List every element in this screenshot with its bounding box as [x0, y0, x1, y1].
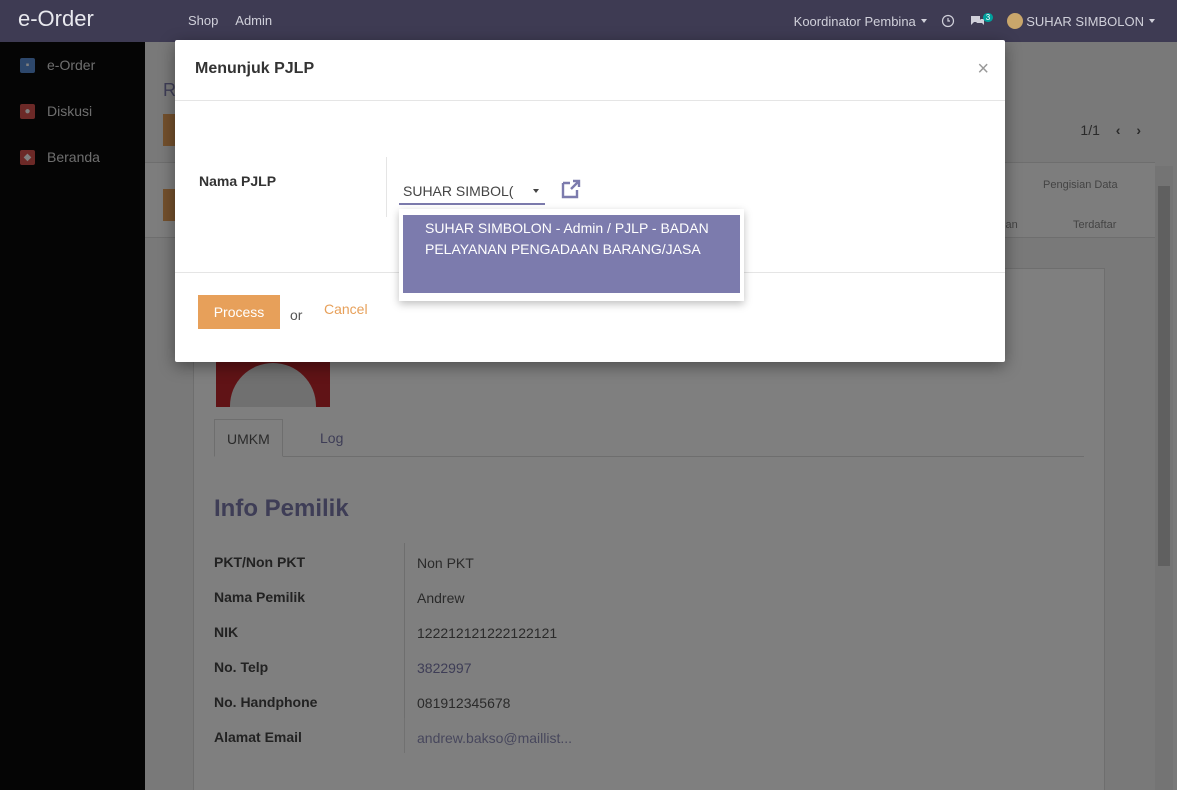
role-menu-label: Koordinator Pembina: [793, 13, 916, 29]
menu-admin[interactable]: Admin: [235, 13, 272, 28]
field-separator: [386, 157, 387, 217]
menu-shop[interactable]: Shop: [188, 13, 218, 28]
top-right-menu: Koordinator Pembina 3 SUHAR SIMBOLON: [780, 12, 1155, 29]
chevron-down-icon: [920, 19, 927, 23]
modal-body: Nama PJLP SUHAR SIMBOL( SUHAR SIMBOLON -…: [175, 101, 1005, 301]
modal-header: Menunjuk PJLP ×: [175, 40, 1005, 101]
modal-title: Menunjuk PJLP: [195, 60, 315, 77]
external-link-icon[interactable]: [559, 177, 583, 201]
top-menu: Shop Admin: [188, 13, 286, 28]
modal-dialog: Menunjuk PJLP × Nama PJLP SUHAR SIMBOL( …: [175, 40, 1005, 362]
clock-icon: [941, 14, 954, 28]
cancel-button[interactable]: Cancel: [324, 301, 368, 317]
nama-pjlp-select[interactable]: SUHAR SIMBOL(: [399, 177, 545, 205]
activity-button[interactable]: [941, 14, 955, 28]
modal-footer: Process or Cancel: [175, 273, 1005, 361]
user-name: SUHAR SIMBOLON: [1026, 13, 1144, 29]
messages-button[interactable]: 3: [969, 12, 994, 28]
top-navbar: e-Order Shop Admin Koordinator Pembina 3…: [0, 0, 1177, 42]
avatar: [1007, 13, 1024, 29]
or-text: or: [290, 307, 303, 323]
close-icon[interactable]: ×: [977, 58, 989, 81]
chevron-down-icon[interactable]: [533, 189, 539, 193]
brand-logo[interactable]: e-Order: [18, 6, 94, 32]
user-menu[interactable]: SUHAR SIMBOLON: [1007, 13, 1155, 29]
process-button[interactable]: Process: [198, 295, 280, 329]
message-count-badge: 3: [982, 12, 994, 22]
role-menu[interactable]: Koordinator Pembina: [794, 14, 927, 29]
chevron-down-icon: [1149, 19, 1155, 23]
nama-pjlp-label: Nama PJLP: [199, 173, 277, 189]
